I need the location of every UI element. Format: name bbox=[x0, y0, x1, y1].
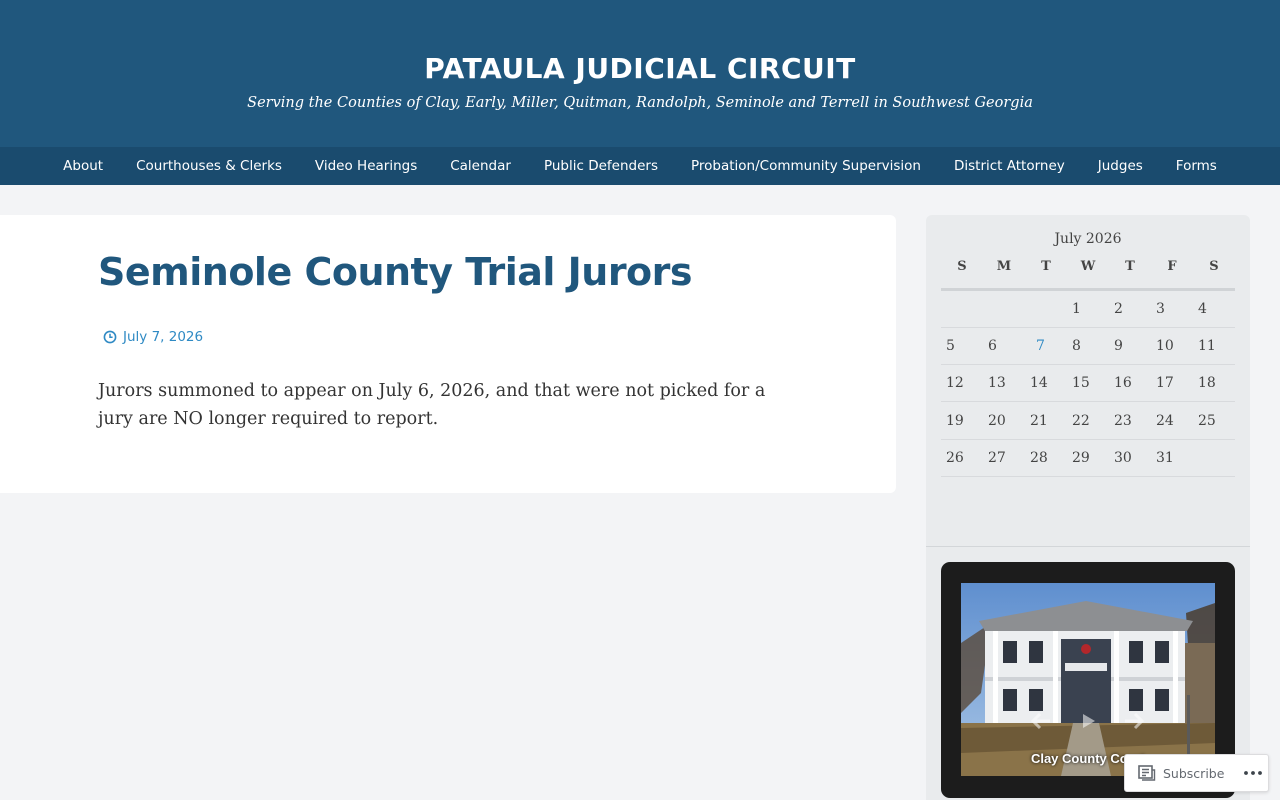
sidebar-divider bbox=[926, 546, 1250, 547]
site-title[interactable]: PATAULA JUDICIAL CIRCUIT bbox=[0, 52, 1280, 85]
nav-item-public-defenders[interactable]: Public Defenders bbox=[527, 158, 674, 174]
calendar-day: 12 bbox=[946, 375, 964, 391]
calendar-day: 13 bbox=[988, 375, 1006, 391]
calendar-day: 22 bbox=[1072, 413, 1090, 429]
calendar-day: 27 bbox=[988, 450, 1006, 466]
nav-item-probation[interactable]: Probation/Community Supervision bbox=[674, 158, 937, 174]
nav-item-calendar[interactable]: Calendar bbox=[434, 158, 528, 174]
calendar-day: 18 bbox=[1198, 375, 1216, 391]
calendar-day: 3 bbox=[1156, 301, 1165, 317]
calendar-weekday: S bbox=[1209, 259, 1219, 274]
calendar-day: 8 bbox=[1072, 338, 1081, 354]
nav-item-about[interactable]: About bbox=[47, 158, 120, 174]
calendar-weekday: T bbox=[1125, 259, 1135, 274]
nav-item-district-attorney[interactable]: District Attorney bbox=[937, 158, 1081, 174]
subscribe-button[interactable]: Subscribe bbox=[1125, 755, 1224, 791]
post-meta: July 7, 2026 bbox=[103, 329, 203, 345]
calendar-day: 29 bbox=[1072, 450, 1090, 466]
site-header: PATAULA JUDICIAL CIRCUIT Serving the Cou… bbox=[0, 0, 1280, 147]
nav-item-video-hearings[interactable]: Video Hearings bbox=[298, 158, 433, 174]
ellipsis-icon bbox=[1244, 771, 1263, 775]
calendar-week: 26 27 28 29 30 31 bbox=[941, 440, 1235, 477]
subscribe-label: Subscribe bbox=[1163, 765, 1225, 781]
slideshow-image[interactable] bbox=[961, 583, 1215, 776]
calendar-week: 1 2 3 4 bbox=[941, 291, 1235, 328]
calendar-day: 16 bbox=[1114, 375, 1132, 391]
calendar-header: S M T W T F S bbox=[941, 259, 1235, 291]
subscribe-bar: Subscribe bbox=[1124, 754, 1269, 792]
calendar-day: 4 bbox=[1198, 301, 1207, 317]
calendar-day: 28 bbox=[1030, 450, 1048, 466]
calendar-day: 1 bbox=[1072, 301, 1081, 317]
calendar-day: 24 bbox=[1156, 413, 1174, 429]
arrow-left-icon[interactable] bbox=[1030, 711, 1052, 731]
nav-item-courthouses-clerks[interactable]: Courthouses & Clerks bbox=[120, 158, 299, 174]
calendar-day: 23 bbox=[1114, 413, 1132, 429]
calendar-day: 9 bbox=[1114, 338, 1123, 354]
calendar-weekday: T bbox=[1041, 259, 1051, 274]
arrow-right-icon[interactable] bbox=[1123, 711, 1145, 731]
calendar-day: 6 bbox=[988, 338, 997, 354]
clock-icon bbox=[103, 330, 117, 344]
calendar-day: 25 bbox=[1198, 413, 1216, 429]
calendar-day: 11 bbox=[1198, 338, 1216, 354]
calendar-week: 19 20 21 22 23 24 25 bbox=[941, 403, 1235, 440]
calendar-caption: July 2026 bbox=[1054, 231, 1122, 247]
post-body: Jurors summoned to appear on July 6, 202… bbox=[98, 381, 766, 429]
calendar-day: 5 bbox=[946, 338, 955, 354]
reader-icon bbox=[1138, 765, 1156, 781]
courthouse-photo bbox=[961, 583, 1215, 776]
more-options-button[interactable] bbox=[1240, 755, 1266, 791]
nav-item-judges[interactable]: Judges bbox=[1081, 158, 1159, 174]
calendar-day: 19 bbox=[946, 413, 964, 429]
calendar-day: 26 bbox=[946, 450, 964, 466]
calendar-day: 20 bbox=[988, 413, 1006, 429]
calendar-weekday: F bbox=[1167, 259, 1177, 274]
calendar-day: 31 bbox=[1156, 450, 1174, 466]
calendar-week: 5 6 7 8 9 10 11 bbox=[941, 328, 1235, 365]
calendar-weekday: W bbox=[1080, 259, 1096, 274]
play-icon[interactable] bbox=[1077, 711, 1099, 731]
calendar-day-link[interactable]: 7 bbox=[1025, 338, 1067, 354]
calendar-day: 17 bbox=[1156, 375, 1174, 391]
calendar-weekday: M bbox=[996, 259, 1012, 274]
site-description: Serving the Counties of Clay, Early, Mil… bbox=[247, 95, 1033, 111]
calendar-weekday: S bbox=[957, 259, 967, 274]
calendar-day: 21 bbox=[1030, 413, 1048, 429]
calendar-day: 30 bbox=[1114, 450, 1132, 466]
post-date-link[interactable]: July 7, 2026 bbox=[123, 329, 203, 345]
main-navigation: About Courthouses & Clerks Video Hearing… bbox=[0, 147, 1280, 185]
post-title[interactable]: Seminole County Trial Jurors bbox=[98, 250, 693, 294]
nav-item-forms[interactable]: Forms bbox=[1159, 158, 1233, 174]
calendar-day: 10 bbox=[1156, 338, 1174, 354]
calendar-week: 12 13 14 15 16 17 18 bbox=[941, 365, 1235, 402]
calendar-day: 14 bbox=[1030, 375, 1048, 391]
calendar-day: 15 bbox=[1072, 375, 1090, 391]
calendar-day: 2 bbox=[1114, 301, 1123, 317]
